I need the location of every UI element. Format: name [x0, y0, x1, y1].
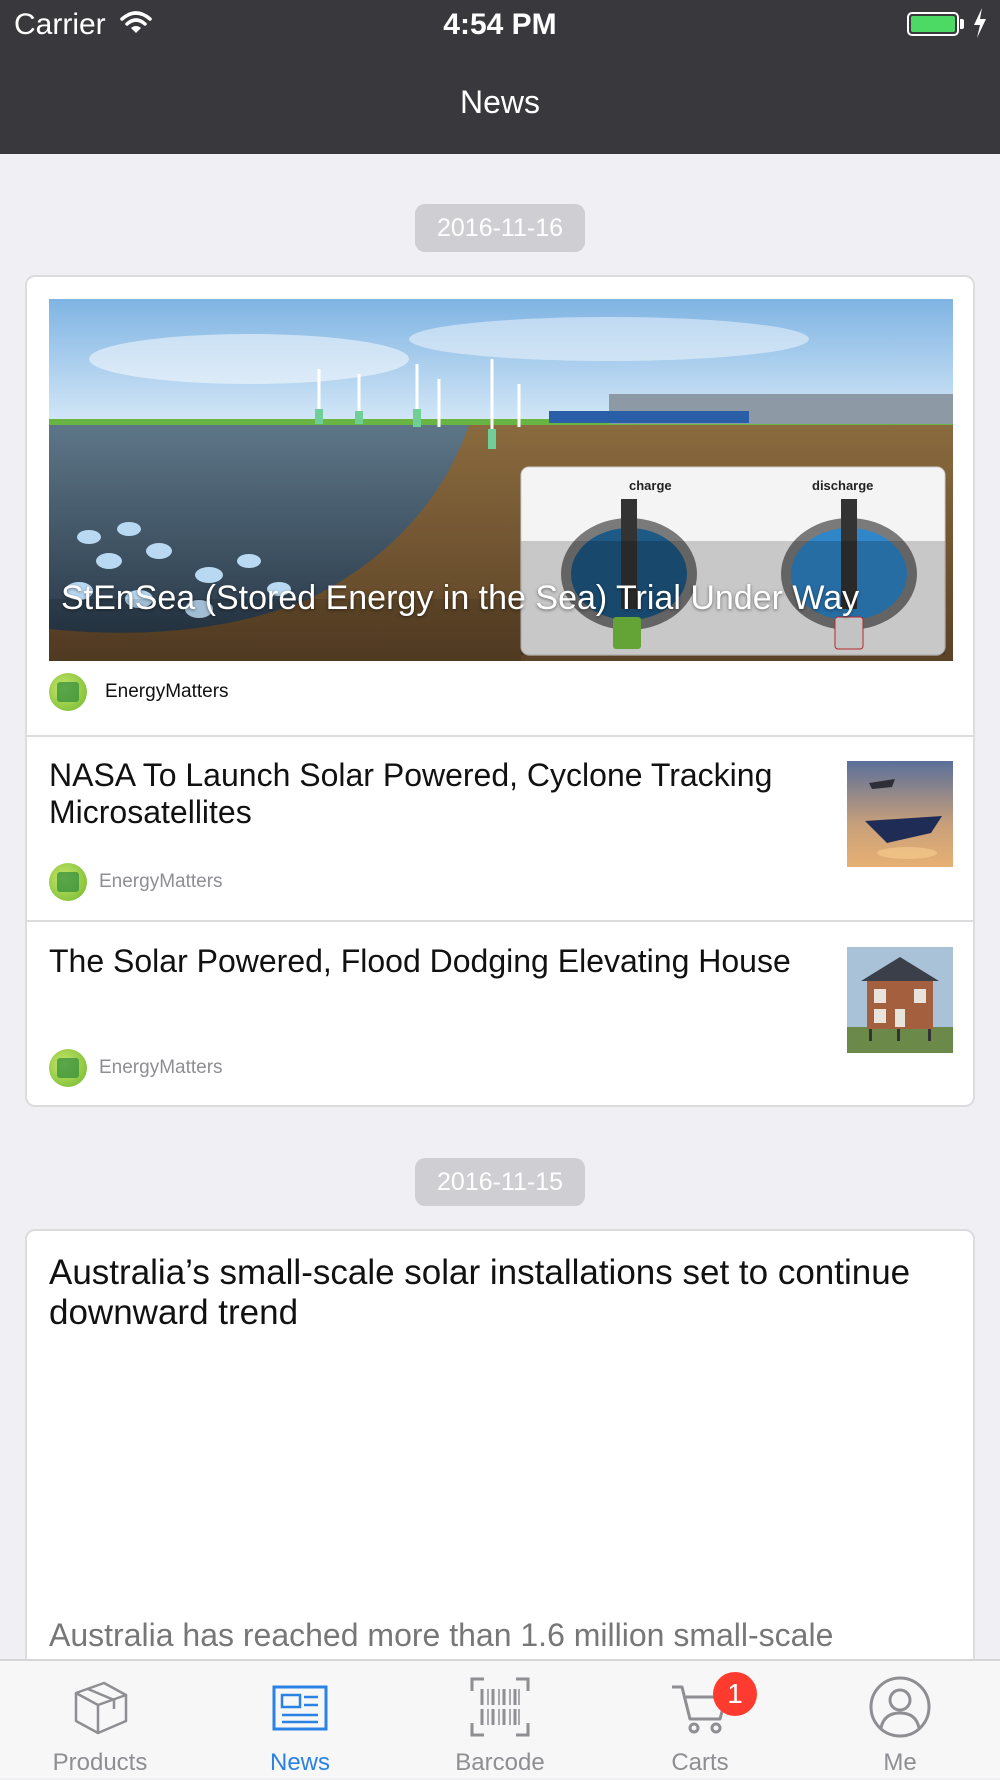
tab-products[interactable]: Products: [0, 1661, 200, 1780]
divider: [27, 920, 973, 922]
source-name: EnergyMatters: [105, 681, 229, 702]
news-group-card: charge discharge StEnSea (Stored Energy …: [25, 275, 975, 1107]
tab-label: News: [269, 1749, 330, 1776]
tab-news[interactable]: News: [200, 1661, 400, 1780]
news-title: The Solar Powered, Flood Dodging Elevati…: [49, 943, 791, 979]
user-icon: [869, 1676, 931, 1738]
status-bar: Carrier 4:54 PM: [0, 0, 1000, 50]
tab-carts[interactable]: 1 Carts: [600, 1661, 800, 1780]
energymatters-logo-icon: [49, 863, 87, 901]
date-header: 2016-11-15: [415, 1158, 585, 1206]
charging-bolt-icon: [974, 8, 986, 38]
tab-label: Products: [52, 1749, 148, 1776]
svg-text:charge: charge: [629, 478, 672, 493]
date-header: 2016-11-16: [415, 204, 585, 252]
tab-label: Barcode: [455, 1749, 545, 1776]
source-name: EnergyMatters: [99, 871, 223, 892]
cart-count-badge: 1: [713, 1672, 757, 1716]
news-thumbnail: [847, 947, 953, 1053]
source-name: EnergyMatters: [99, 1057, 223, 1078]
battery-icon: [907, 12, 959, 36]
news-title: NASA To Launch Solar Powered, Cyclone Tr…: [49, 757, 773, 830]
article-summary: Australia has reached more than 1.6 mill…: [49, 1617, 834, 1653]
news-thumbnail: [847, 761, 953, 867]
news-article-card[interactable]: Australia’s small-scale solar installati…: [25, 1229, 975, 1659]
energymatters-logo-icon: [49, 673, 87, 711]
newspaper-icon: [272, 1685, 328, 1731]
navigation-bar: News: [0, 50, 1000, 154]
tab-label: Carts: [671, 1749, 729, 1776]
tab-label: Me: [883, 1749, 917, 1776]
barcode-icon: [470, 1677, 530, 1737]
tab-me[interactable]: Me: [800, 1661, 1000, 1780]
status-time: 4:54 PM: [443, 8, 557, 41]
page-title: News: [459, 84, 540, 120]
battery-cap: [960, 19, 964, 29]
svg-text:discharge: discharge: [812, 478, 873, 493]
news-feed[interactable]: 2016-11-16 charge discharge StEnSea (Sto…: [0, 154, 1000, 1659]
tab-barcode[interactable]: Barcode: [400, 1661, 600, 1780]
energymatters-logo-icon: [49, 1049, 87, 1087]
hero-image[interactable]: charge discharge StEnSea (Stored Energy …: [49, 299, 953, 661]
tab-bar: Products News Barcode 1 Carts Me: [0, 1659, 1000, 1778]
divider: [27, 735, 973, 737]
article-title: Australia’s small-scale solar installati…: [49, 1253, 911, 1332]
box-icon: [74, 1681, 128, 1735]
hero-caption: StEnSea (Stored Energy in the Sea) Trial…: [61, 579, 860, 617]
